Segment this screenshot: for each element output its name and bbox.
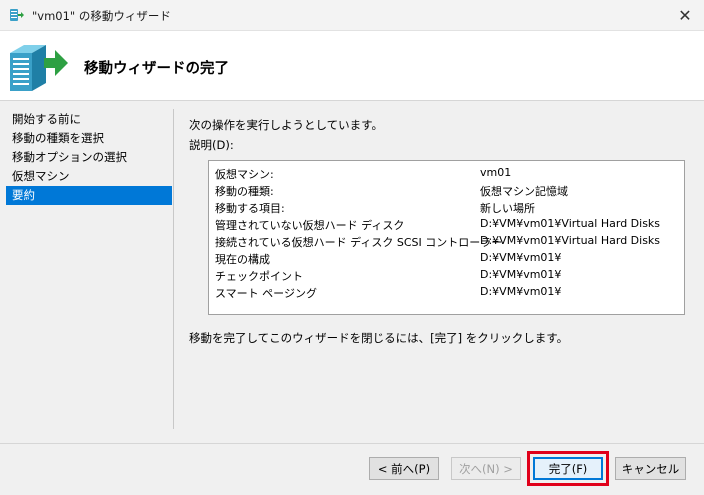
description-value: D:¥VM¥vm01¥Virtual Hard Disks	[480, 217, 661, 230]
description-key: 移動の種類:	[215, 185, 274, 198]
description-value: D:¥VM¥vm01¥	[480, 285, 562, 298]
wizard-steps-nav: 開始する前に 移動の種類を選択 移動オプションの選択 仮想マシン 要約	[6, 110, 172, 205]
nav-divider	[173, 109, 174, 429]
description-key: スマート ページング	[215, 287, 317, 300]
description-key: 仮想マシン:	[215, 168, 274, 181]
close-button[interactable]: ✕	[666, 0, 704, 31]
description-key: チェックポイント	[215, 270, 303, 283]
description-key: 接続されている仮想ハード ディスク SCSI コントローラー	[215, 236, 503, 249]
cancel-button[interactable]: キャンセル	[615, 457, 686, 480]
wizard-body: 開始する前に 移動の種類を選択 移動オプションの選択 仮想マシン 要約 次の操作…	[0, 101, 704, 495]
nav-item-summary[interactable]: 要約	[6, 186, 172, 205]
finish-highlight-box	[527, 451, 609, 486]
description-value: D:¥VM¥vm01¥Virtual Hard Disks	[480, 234, 661, 247]
description-value: D:¥VM¥vm01¥	[480, 268, 562, 281]
title-bar: "vm01" の移動ウィザード ✕	[0, 0, 704, 31]
server-arrow-icon	[6, 41, 72, 93]
nav-item-before-you-begin[interactable]: 開始する前に	[6, 110, 172, 129]
description-key: 管理されていない仮想ハード ディスク	[215, 219, 405, 232]
nav-item-move-type[interactable]: 移動の種類を選択	[6, 129, 172, 148]
description-value: 仮想マシン記憶域	[480, 185, 568, 198]
footer-divider	[0, 443, 704, 444]
wizard-header: 移動ウィザードの完了	[0, 31, 704, 101]
intro-text: 次の操作を実行しようとしています。	[189, 118, 384, 132]
finish-instruction: 移動を完了してこのウィザードを閉じるには、[完了] をクリックします。	[189, 331, 569, 345]
wizard-app-icon	[9, 7, 25, 23]
window-title: "vm01" の移動ウィザード	[32, 9, 171, 23]
description-key: 現在の構成	[215, 253, 270, 266]
description-box[interactable]: 仮想マシン: vm01 移動の種類: 仮想マシン記憶域 移動する項目: 新しい場…	[208, 160, 685, 315]
description-value: vm01	[480, 166, 512, 179]
nav-item-move-options[interactable]: 移動オプションの選択	[6, 148, 172, 167]
nav-item-virtual-machine[interactable]: 仮想マシン	[6, 167, 172, 186]
page-title: 移動ウィザードの完了	[84, 61, 229, 77]
description-value: D:¥VM¥vm01¥	[480, 251, 562, 264]
back-button[interactable]: < 前へ(P)	[369, 457, 439, 480]
description-label: 説明(D):	[189, 138, 234, 152]
description-key: 移動する項目:	[215, 202, 285, 215]
description-value: 新しい場所	[480, 202, 535, 215]
next-button[interactable]: 次へ(N) >	[451, 457, 521, 480]
